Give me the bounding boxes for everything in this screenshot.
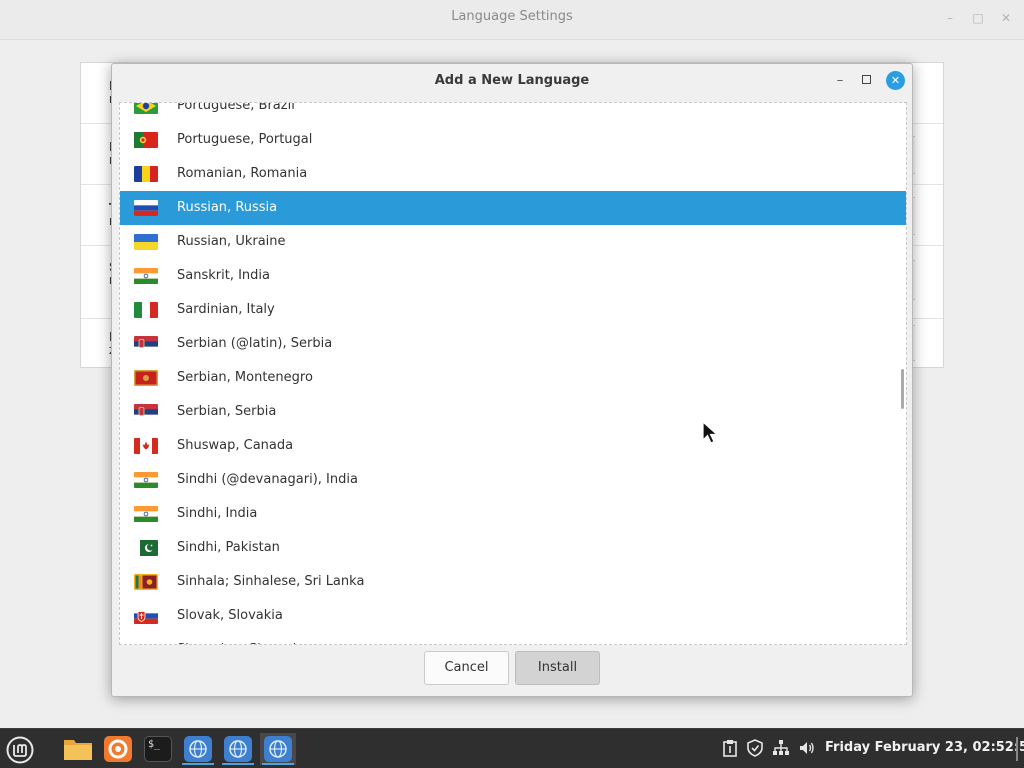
language-row[interactable]: Russian, Ukraine xyxy=(120,225,906,259)
language-row-label: Russian, Ukraine xyxy=(177,234,286,249)
flag-ukraine-icon xyxy=(134,234,158,250)
taskbar-firefox[interactable] xyxy=(100,733,136,765)
language-row-label: Slovak, Slovakia xyxy=(177,608,283,623)
flag-srilanka-icon xyxy=(134,574,158,590)
flag-romania-icon xyxy=(134,166,158,182)
volume-tray-icon[interactable] xyxy=(798,739,816,757)
flag-slovenia-icon xyxy=(134,642,158,644)
language-row-label: Serbian (@latin), Serbia xyxy=(177,336,333,351)
language-row[interactable]: Shuswap, Canada xyxy=(120,429,906,463)
language-row[interactable]: Romanian, Romania xyxy=(120,157,906,191)
active-indicator xyxy=(182,763,214,765)
mouse-cursor-icon xyxy=(702,421,719,444)
flag-india-icon xyxy=(134,268,158,284)
language-row[interactable]: Slovak, Slovakia xyxy=(120,599,906,633)
taskbar-language-settings-1[interactable] xyxy=(180,733,216,765)
language-row-label: Sardinian, Italy xyxy=(177,302,275,317)
language-row[interactable]: Sindhi, Pakistan xyxy=(120,531,906,565)
terminal-icon: $_ xyxy=(144,736,172,762)
clipboard-tray-icon[interactable] xyxy=(721,739,739,757)
show-desktop-button[interactable] xyxy=(1016,737,1018,761)
flag-pakistan-icon xyxy=(134,540,158,556)
language-settings-titlebar: Language Settings – □ ✕ xyxy=(0,0,1024,40)
language-settings-icon xyxy=(264,736,292,762)
language-row[interactable]: Sindhi (@devanagari), India xyxy=(120,463,906,497)
language-row-label: Portuguese, Portugal xyxy=(177,132,313,147)
language-row[interactable]: Sindhi, India xyxy=(120,497,906,531)
language-row-label: Shuswap, Canada xyxy=(177,438,294,453)
flag-india-icon xyxy=(134,506,158,522)
language-list-inner: Portuguese, Brazil Portuguese, Portugal Ro… xyxy=(120,102,906,644)
flag-montenegro-icon xyxy=(134,370,158,386)
firefox-icon xyxy=(104,736,132,762)
flag-india-icon xyxy=(134,472,158,488)
menu-icon xyxy=(6,736,34,764)
dialog-titlebar: Add a New Language – ✕ xyxy=(112,64,912,98)
flag-russia-icon xyxy=(134,200,158,216)
taskbar-terminal[interactable]: $_ xyxy=(140,733,176,765)
scrollbar-thumb[interactable] xyxy=(901,369,904,409)
language-row[interactable]: Sardinian, Italy xyxy=(120,293,906,327)
flag-italy-icon xyxy=(134,302,158,318)
flag-serbia-icon xyxy=(134,336,158,352)
language-row-label: Serbian, Montenegro xyxy=(177,370,313,385)
language-row[interactable]: Serbian, Montenegro xyxy=(120,361,906,395)
language-row-label: Portuguese, Brazil xyxy=(177,102,295,113)
language-row-label: Sinhala; Sinhalese, Sri Lanka xyxy=(177,574,365,589)
flag-brazil-icon xyxy=(134,103,158,114)
clock[interactable]: Friday February 23, 02:52:59 xyxy=(825,740,1024,755)
network-tray-icon[interactable] xyxy=(772,739,790,757)
taskbar-language-settings-3[interactable] xyxy=(260,733,296,765)
language-settings-icon xyxy=(184,736,212,762)
minimize-icon[interactable]: – xyxy=(831,72,849,90)
language-list[interactable]: Portuguese, Brazil Portuguese, Portugal Ro… xyxy=(119,102,907,645)
language-row[interactable]: Russian, Russia xyxy=(120,191,906,225)
menu-button[interactable] xyxy=(2,733,38,765)
language-row[interactable]: Sinhala; Sinhalese, Sri Lanka xyxy=(120,565,906,599)
language-row-label: Slovenian, Slovenia xyxy=(177,642,304,644)
language-row[interactable]: Portuguese, Brazil xyxy=(120,102,906,123)
language-settings-icon xyxy=(224,736,252,762)
files-icon xyxy=(64,740,92,760)
language-row[interactable]: Serbian (@latin), Serbia xyxy=(120,327,906,361)
language-settings-title: Language Settings xyxy=(451,9,573,24)
language-row-label: Sanskrit, India xyxy=(177,268,270,283)
active-indicator xyxy=(222,763,254,765)
language-row[interactable]: Slovenian, Slovenia xyxy=(120,633,906,644)
language-row[interactable]: Serbian, Serbia xyxy=(120,395,906,429)
flag-portugal-icon xyxy=(134,132,158,148)
flag-slovakia-icon xyxy=(134,608,158,624)
bg-maximize-icon[interactable]: □ xyxy=(968,10,988,26)
taskbar: $_ Friday February 23, 02:52:59 xyxy=(0,728,1024,768)
language-row-label: Serbian, Serbia xyxy=(177,404,277,419)
language-row-label: Romanian, Romania xyxy=(177,166,308,181)
active-indicator xyxy=(262,763,294,765)
language-row-label: Russian, Russia xyxy=(177,200,278,215)
flag-canada-icon xyxy=(134,438,158,454)
language-row-label: Sindhi (@devanagari), India xyxy=(177,472,358,487)
dialog-title: Add a New Language xyxy=(434,73,590,88)
maximize-icon[interactable] xyxy=(860,73,874,87)
language-row-label: Sindhi, Pakistan xyxy=(177,540,280,555)
cancel-button[interactable]: Cancel xyxy=(424,651,509,685)
language-row-label: Sindhi, India xyxy=(177,506,258,521)
add-language-dialog: Add a New Language – ✕ Portuguese, Brazi… xyxy=(111,63,913,697)
shield-tray-icon[interactable] xyxy=(746,739,764,757)
bg-minimize-icon[interactable]: – xyxy=(940,10,960,26)
taskbar-files[interactable] xyxy=(60,733,96,765)
bg-close-icon[interactable]: ✕ xyxy=(996,10,1016,26)
flag-serbia-icon xyxy=(134,404,158,420)
install-button[interactable]: Install xyxy=(515,651,600,685)
taskbar-language-settings-2[interactable] xyxy=(220,733,256,765)
language-row[interactable]: Portuguese, Portugal xyxy=(120,123,906,157)
close-icon[interactable]: ✕ xyxy=(886,71,905,90)
language-row[interactable]: Sanskrit, India xyxy=(120,259,906,293)
